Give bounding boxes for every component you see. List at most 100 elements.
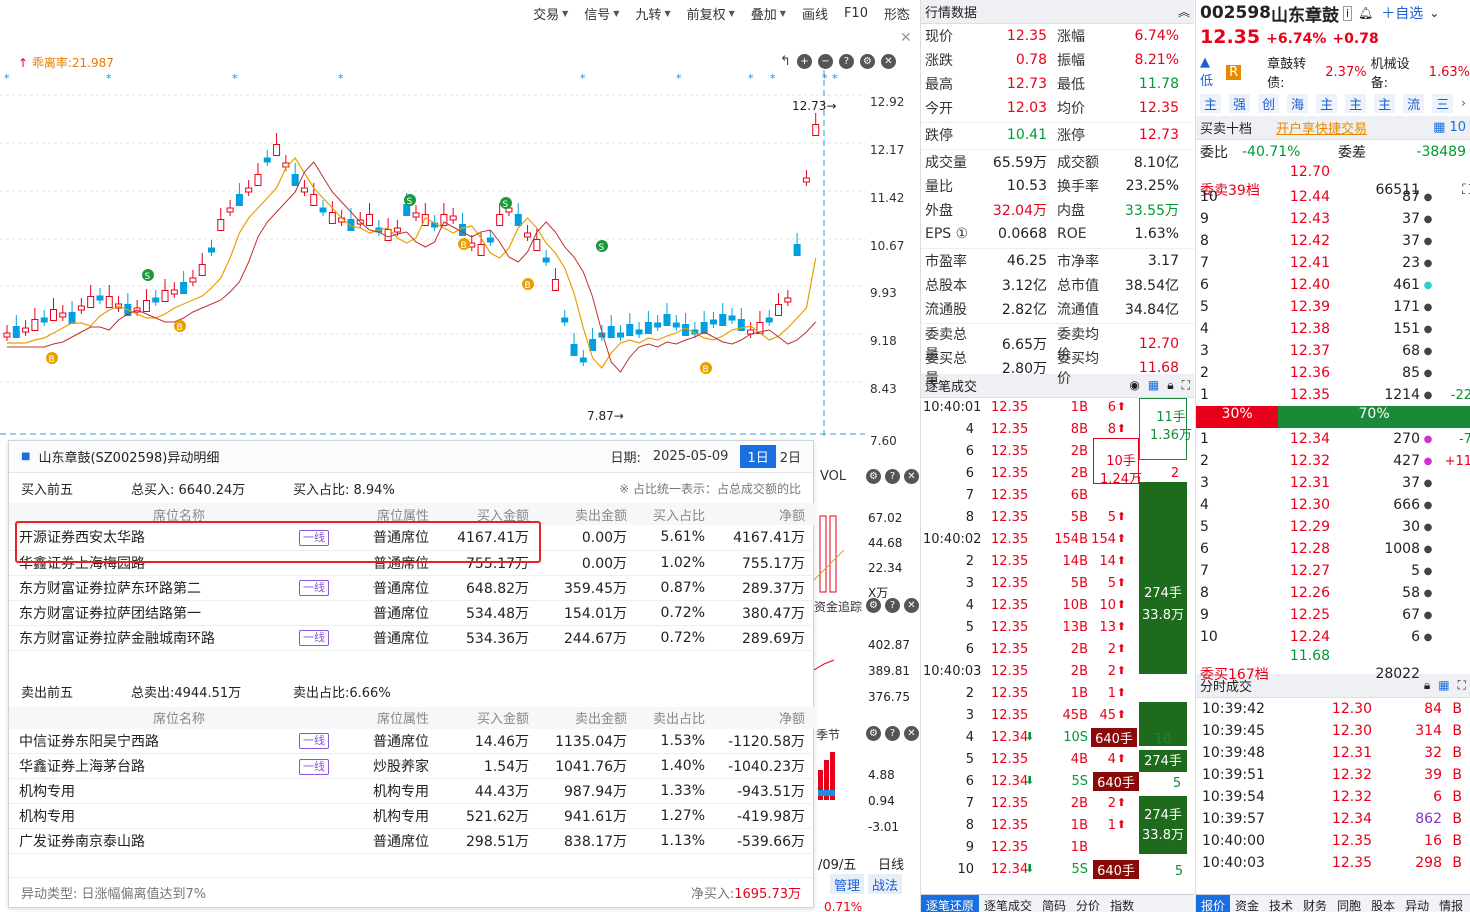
info-icon[interactable]: i — [1342, 5, 1353, 21]
book-tab[interactable]: 财务 — [1298, 895, 1332, 912]
ten-icon[interactable]: 10 — [1449, 120, 1466, 135]
mini-tab[interactable]: 主 — [1200, 93, 1222, 113]
book-row[interactable]: 6 12.28 1008 ● — [1196, 538, 1470, 560]
fullscreen-icon[interactable]: ⛶ — [1182, 378, 1190, 393]
fullscreen-icon[interactable]: ⛶ — [1458, 678, 1466, 693]
seat-name[interactable]: 东方财富证券拉萨团结路第一 — [9, 600, 299, 626]
book-row[interactable]: 8 12.26 58 ● — [1196, 582, 1470, 604]
help-icon[interactable]: ? — [885, 469, 900, 484]
book-row[interactable]: 2 12.32 427 ● +11 — [1196, 450, 1470, 472]
quote-tab[interactable]: 简码 — [1037, 895, 1071, 912]
book-row[interactable]: 1 12.34 270 ● -7 — [1196, 428, 1470, 450]
seat-name[interactable]: 华鑫证券上海梅园路 — [9, 550, 299, 576]
expand-icon[interactable]: » — [896, 3, 905, 19]
add-watch-button[interactable]: ＋自选 — [1381, 3, 1423, 23]
book-row[interactable]: 10 12.24 6 ● — [1196, 626, 1470, 648]
table-row[interactable]: 东方财富证券拉萨团结路第一 普通席位 534.48万 154.01万 0.72% 380.… — [9, 600, 816, 626]
table-row[interactable]: 广发证券南京泰山路 普通席位 298.51万 838.17万 1.13% -539.66万 — [9, 828, 816, 854]
book-row[interactable]: 3 12.31 37 ● — [1196, 472, 1470, 494]
settings-icon[interactable]: ⚙ — [866, 726, 881, 741]
settings-icon[interactable]: ⚙ — [866, 598, 881, 613]
book-tab[interactable]: 技术 — [1264, 895, 1298, 912]
book-row[interactable]: 9 12.43 37 ● — [1196, 208, 1470, 230]
book-tab[interactable]: 同胞 — [1332, 895, 1366, 912]
toolbar-button[interactable]: F10 — [836, 2, 876, 24]
toolbar-button[interactable]: 叠加 ▼ — [743, 2, 794, 24]
close-icon[interactable]: ✕ — [900, 30, 912, 46]
seat-name[interactable]: 中信证券东阳吴宁西路 — [9, 728, 299, 754]
table-row[interactable]: 开源证券西安太华路 一线 普通席位 4167.41万 0.00万 5.61% 4167.41… — [9, 525, 816, 551]
mini-tab[interactable]: 三 — [1432, 93, 1454, 113]
seat-name[interactable]: 东方财富证券拉萨东环路第二 — [9, 575, 299, 601]
toolbar-button[interactable]: 九转 ▼ — [627, 2, 678, 24]
close-icon[interactable]: ✕ — [904, 726, 919, 741]
book-row[interactable]: 8 12.42 37 ● — [1196, 230, 1470, 252]
chevron-right-icon[interactable]: › — [1461, 96, 1466, 110]
table-row[interactable]: 机构专用 机构专用 521.62万 941.61万 1.27% -419.98万 — [9, 803, 816, 829]
mini-tab[interactable]: 创 — [1258, 93, 1280, 113]
quote-tab[interactable]: 逐笔成交 — [979, 895, 1037, 912]
seat-name[interactable]: 机构专用 — [9, 778, 299, 804]
book-tab[interactable]: 资金 — [1230, 895, 1264, 912]
close-icon[interactable]: ✕ — [904, 469, 919, 484]
table-row[interactable]: 华鑫证券上海茅台路 一线 炒股养家 1.54万 1041.76万 1.40% -1040.2… — [9, 753, 816, 779]
book-row[interactable]: 3 12.37 68 ● — [1196, 340, 1470, 362]
toolbar-button[interactable]: 前复权 ▼ — [679, 2, 743, 24]
table-row[interactable]: 东方财富证券拉萨金融城南环路 一线 普通席位 534.36万 244.67万 0.72% 2… — [9, 625, 816, 651]
candlestick-chart[interactable]: B B S S B S B S B * * * * * * * * * * — [0, 70, 865, 440]
grid-icon[interactable]: ▦ — [1438, 678, 1449, 693]
seat-name[interactable]: 东方财富证券拉萨金融城南环路 — [9, 625, 299, 651]
seat-name[interactable]: 华鑫证券上海茅台路 — [9, 753, 299, 779]
book-tab[interactable]: 情报 — [1434, 895, 1468, 912]
book-row[interactable]: 9 12.25 67 ● — [1196, 604, 1470, 626]
quote-tab[interactable]: 分价 — [1071, 895, 1105, 912]
book-row[interactable]: 7 12.27 5 ● — [1196, 560, 1470, 582]
mini-tab[interactable]: 主 — [1345, 93, 1367, 113]
quote-tab[interactable]: 指数 — [1105, 895, 1139, 912]
book-row[interactable]: 4 12.38 151 ● — [1196, 318, 1470, 340]
table-row[interactable]: 东方财富证券拉萨东环路第二 一线 普通席位 648.82万 359.45万 0.87% 28… — [9, 575, 816, 601]
toolbar-button[interactable]: 信号 ▼ — [576, 2, 627, 24]
table-row[interactable]: 机构专用 机构专用 44.43万 987.94万 1.33% -943.51万 — [9, 778, 816, 804]
strategy-button[interactable]: 战法 — [868, 874, 903, 894]
mini-tab[interactable]: 海 — [1287, 93, 1309, 113]
book-row[interactable]: 5 12.39 171 ● — [1196, 296, 1470, 318]
date-value[interactable]: 2025-05-09 — [653, 449, 729, 464]
close-icon[interactable]: ✕ — [904, 598, 919, 613]
book-row[interactable]: 10 12.44 87 ● — [1196, 186, 1470, 208]
book-row[interactable]: 4 12.30 666 ● — [1196, 494, 1470, 516]
expand-icon[interactable]: ⛶ — [1436, 182, 1470, 198]
book-row[interactable]: 5 12.29 30 ● — [1196, 516, 1470, 538]
mini-tab[interactable]: 强 — [1229, 93, 1251, 113]
book-tab[interactable]: 异动 — [1400, 895, 1434, 912]
book-tab[interactable]: 股本 — [1366, 895, 1400, 912]
seat-name[interactable]: 开源证券西安太华路 — [9, 525, 299, 551]
mini-tab[interactable]: 流 — [1403, 93, 1425, 113]
help-icon[interactable]: ? — [838, 54, 854, 69]
mini-tab[interactable]: 主 — [1316, 93, 1338, 113]
lock-icon[interactable]: 🔒︎ — [1167, 378, 1173, 393]
zoom-out-icon[interactable]: − — [817, 54, 833, 69]
sector-label[interactable]: 机械设备: — [1371, 53, 1425, 91]
mini-tab[interactable]: 主 — [1374, 93, 1396, 113]
bond-label[interactable]: 章鼓转债: — [1267, 53, 1321, 91]
close-chart-icon[interactable]: ✕ — [880, 54, 896, 69]
toolbar-button[interactable]: 交易 ▼ — [525, 2, 576, 24]
one-day-button[interactable]: 1日 — [740, 445, 776, 468]
toolbar-button[interactable]: 画线 — [794, 2, 836, 24]
book-row[interactable]: 2 12.36 85 ● — [1196, 362, 1470, 384]
book-tab[interactable]: 报价 — [1196, 895, 1231, 912]
book-row[interactable]: 1 12.35 1214 ● -22 — [1196, 384, 1470, 406]
book-row[interactable]: 7 12.41 23 ● — [1196, 252, 1470, 274]
collapse-icon[interactable]: ︽ — [1178, 3, 1190, 20]
open-account-link[interactable]: 开户享快捷交易 — [1276, 118, 1367, 137]
manage-button[interactable]: 管理 — [830, 874, 865, 894]
settings-icon[interactable]: ⚙ — [859, 54, 875, 69]
lock-icon[interactable]: 🔒︎ — [1424, 678, 1430, 693]
help-icon[interactable]: ? — [885, 598, 900, 613]
zoom-in-icon[interactable]: + — [796, 54, 812, 69]
chevron-down-icon[interactable]: ⌄ — [1429, 6, 1439, 20]
two-day-button[interactable]: 2日 — [780, 447, 801, 466]
back-icon[interactable]: ↰ — [780, 54, 791, 69]
grid-icon[interactable]: ▦ — [1433, 120, 1445, 135]
